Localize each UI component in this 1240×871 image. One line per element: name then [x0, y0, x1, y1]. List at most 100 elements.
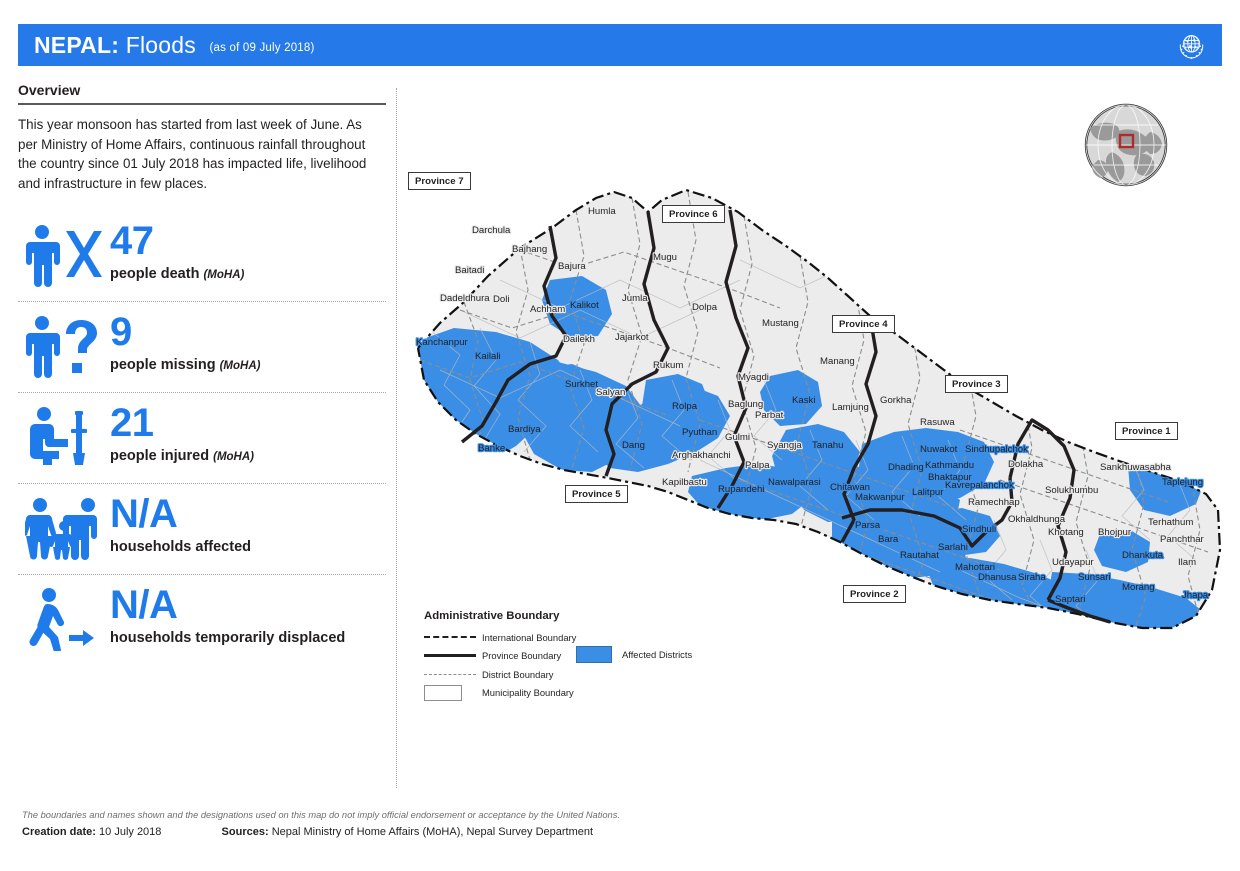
svg-text:Dolakha: Dolakha [1008, 459, 1044, 470]
svg-text:Sindhupalchok: Sindhupalchok [965, 444, 1028, 455]
creation-date-label: Creation date: [22, 826, 96, 838]
person-injured-icon [18, 402, 110, 472]
district-label-rolpa: RolpaRolpa [671, 400, 699, 413]
svg-text:Bardiya: Bardiya [508, 424, 541, 435]
un-emblem-icon [1179, 35, 1204, 60]
district-label-bhojpur: BhojpurBhojpur [1097, 526, 1133, 539]
district-label-dang: DangDang [621, 439, 646, 452]
svg-text:Bajura: Bajura [558, 261, 586, 272]
district-label-parbat: ParbatParbat [754, 409, 785, 422]
province-label-province-6: Province 6 [662, 205, 725, 223]
legend-label: District Boundary [482, 668, 554, 680]
stat-row-people-injured: 21 people injured (MoHA) [18, 393, 390, 483]
person-displaced-icon [18, 584, 110, 654]
svg-text:Baglung: Baglung [728, 399, 763, 410]
page-title: NEPAL: Floods (as of 09 July 2018) [34, 32, 315, 59]
svg-text:Kapilbastu: Kapilbastu [662, 477, 707, 488]
svg-text:Rukum: Rukum [653, 360, 683, 371]
svg-text:Palpa: Palpa [745, 460, 770, 471]
district-label-bajhang: BajhangBajhang [511, 243, 549, 256]
svg-text:Siraha: Siraha [1018, 572, 1046, 583]
stat-value: N/A [110, 492, 178, 536]
district-label-tanahu: TanahuTanahu [811, 439, 845, 452]
svg-text:Sindhuli: Sindhuli [962, 524, 996, 535]
district-label-lalitpur: LalitpurLalitpur [911, 486, 946, 499]
header-as-of-date: (as of 09 July 2018) [209, 41, 315, 54]
stat-value: 9 [110, 310, 132, 354]
svg-text:Nawalparasi: Nawalparasi [768, 477, 821, 488]
district-label-syangja: SyangjaSyangja [766, 439, 804, 452]
district-label-kathmandu: KathmanduKathmandu [924, 459, 975, 472]
svg-text:Dailekh: Dailekh [563, 334, 595, 345]
map-container[interactable]: Darchula Darchula Bajhang Bajhang Baitadi Bai… [400, 80, 1230, 800]
district-label-ramechhap: RamechhapRamechhap [967, 496, 1021, 509]
district-label-surkhet: SurkhetSurkhet [564, 378, 600, 391]
svg-text:Rupandehi: Rupandehi [718, 484, 764, 495]
legend-label: Affected Districts [622, 649, 693, 660]
stat-label-source: (MoHA) [213, 451, 254, 463]
district-label-kailali: KailaliKailali [474, 350, 502, 363]
overview-heading: Overview [18, 82, 81, 98]
page-footer: The boundaries and names shown and the d… [22, 810, 1212, 838]
district-label-kalikot: KalikotKalikot [569, 299, 601, 312]
district-label-siraha: SirahaSiraha [1017, 571, 1048, 584]
stat-label: households affected [110, 538, 251, 558]
district-label-sarlahi: SarlahiSarlahi [937, 541, 969, 554]
province-label-province-4: Province 4 [832, 315, 895, 333]
district-label-dailekh: DailekhDailekh [562, 333, 596, 346]
svg-text:Jumla: Jumla [622, 293, 648, 304]
district-label-nawalparasi: NawalparasiNawalparasi [767, 476, 822, 489]
stat-label-text: households temporarily displaced [110, 630, 346, 646]
svg-text:Morang: Morang [1122, 582, 1155, 593]
overview-body-text: This year monsoon has started from last … [18, 117, 367, 191]
sources-label: Sources: [221, 826, 269, 838]
header-country: NEPAL: [34, 31, 120, 58]
stat-label-text: people missing [110, 357, 216, 373]
district-label-solukhumbu: SolukhumbuSolukhumbu [1044, 484, 1100, 497]
stat-label-source: (MoHA) [203, 269, 245, 281]
svg-text:Myagdi: Myagdi [738, 372, 769, 383]
svg-text:Pyuthan: Pyuthan [682, 427, 717, 438]
district-label-sindhuli: SindhuliSindhuli [961, 523, 998, 536]
district-label-gulmi: GulmiGulmi [724, 431, 751, 444]
district-label-taplejung: TaplejungTaplejung [1161, 476, 1204, 489]
overview-panel: Overview This year monsoon has started f… [18, 82, 390, 782]
district-label-dolakha: DolakhaDolakha [1007, 458, 1045, 471]
district-label-humla: HumlaHumla [587, 205, 618, 218]
svg-text:Surkhet: Surkhet [565, 379, 598, 390]
district-label-bajura: BajuraBajura [557, 260, 588, 273]
legend-row-affected: Affected Districts [576, 646, 692, 663]
svg-text:Sarlahi: Sarlahi [938, 542, 968, 553]
legend-title: Administrative Boundary [424, 610, 560, 622]
district-label-parsa: ParsaParsa [854, 519, 882, 532]
svg-text:Kaski: Kaski [792, 395, 815, 406]
header-event: Floods [125, 31, 196, 58]
district-label-bara: BaraBara [877, 533, 900, 546]
district-label-arghakhanchi: ArghakhanchiArghakhanchi [671, 449, 732, 462]
svg-text:Okhaldhunga: Okhaldhunga [1008, 514, 1066, 525]
province-label-province-1: Province 1 [1115, 422, 1178, 440]
svg-text:Sankhuwasabha: Sankhuwasabha [1100, 462, 1172, 473]
district-label-sunsari: SunsariSunsari [1077, 571, 1112, 584]
district-label-dhanusa: DhanusaDhanusa [977, 571, 1018, 584]
svg-text:Gorkha: Gorkha [880, 395, 912, 406]
svg-text:Udayapur: Udayapur [1052, 557, 1094, 568]
province-label-province-7: Province 7 [408, 172, 471, 190]
family-icon [18, 493, 110, 563]
district-label-salyan: SalyanSalyan [595, 386, 627, 399]
svg-text:Rasuwa: Rasuwa [920, 417, 955, 428]
svg-text:Bajhang: Bajhang [512, 244, 547, 255]
svg-text:Dadeldhura: Dadeldhura [440, 293, 490, 304]
district-label-banke: BankeBanke [477, 442, 507, 455]
svg-text:Dhankuta: Dhankuta [1122, 550, 1164, 561]
map-legend: Administrative Boundary International Bo… [424, 610, 704, 702]
statistics-list: 47 people death (MoHA) 9 people missing … [18, 211, 390, 665]
district-label-jumla: JumlaJumla [621, 292, 650, 305]
svg-text:Solukhumbu: Solukhumbu [1045, 485, 1098, 496]
svg-text:Mustang: Mustang [762, 318, 799, 329]
district-boundary-key [424, 673, 482, 675]
district-label-mugu: MuguMugu [652, 251, 678, 264]
svg-text:Baitadi: Baitadi [455, 265, 484, 276]
svg-text:Mugu: Mugu [653, 252, 677, 263]
svg-text:Syangja: Syangja [767, 440, 802, 451]
